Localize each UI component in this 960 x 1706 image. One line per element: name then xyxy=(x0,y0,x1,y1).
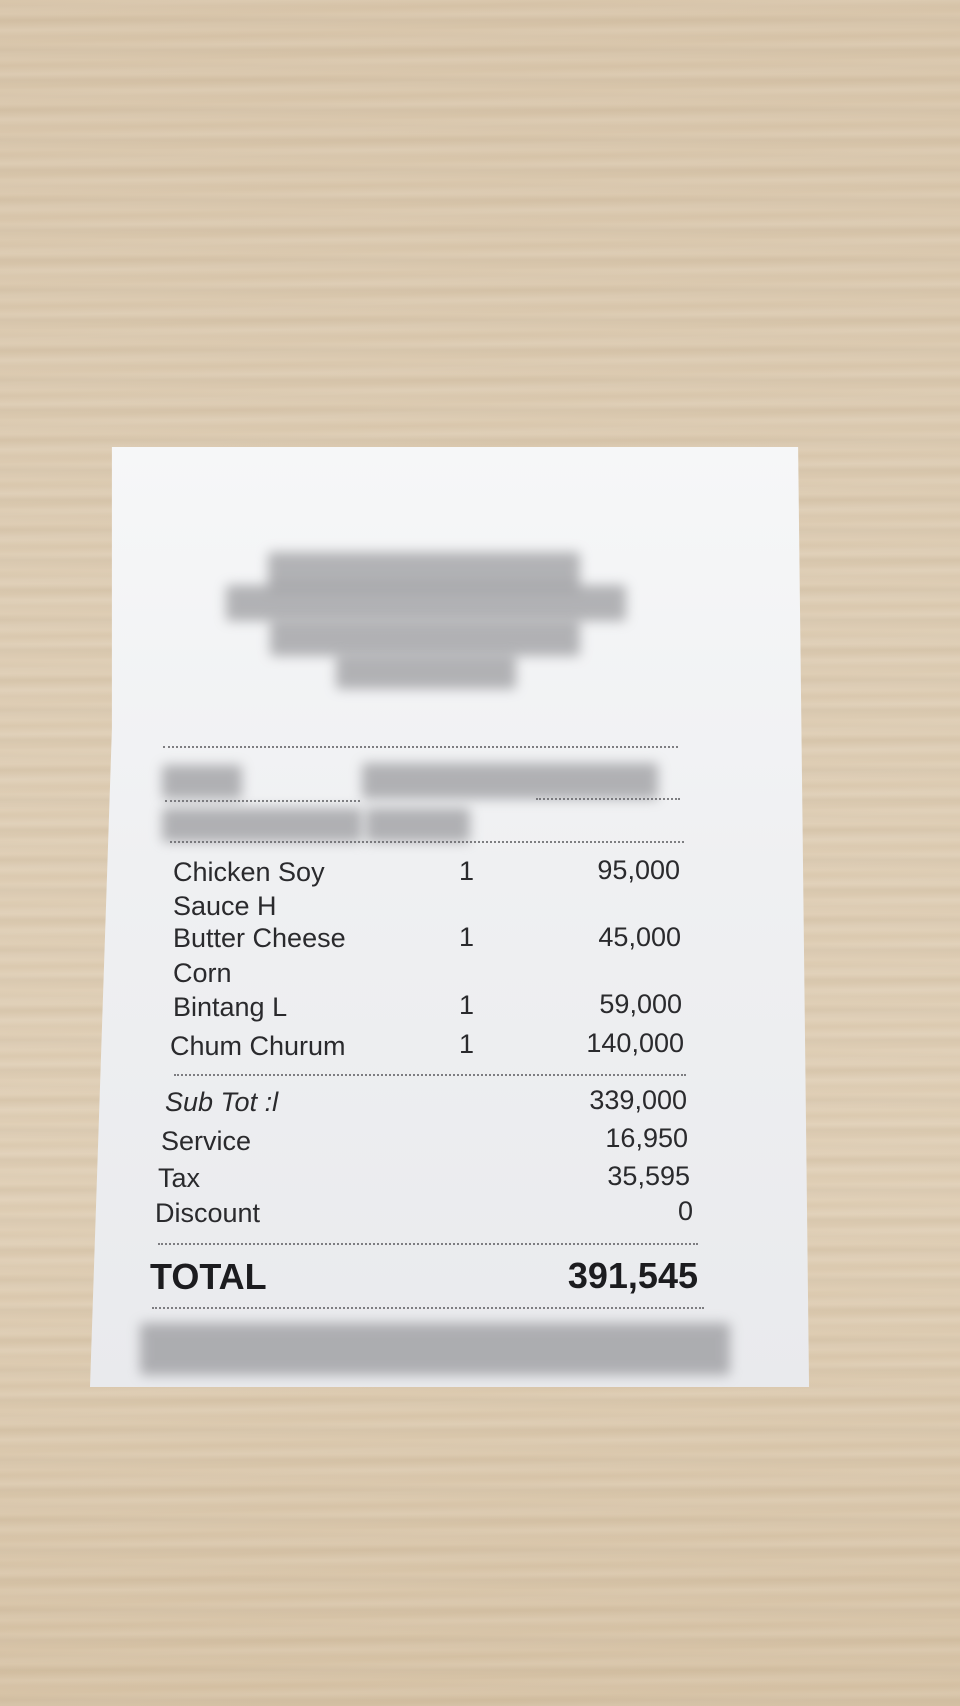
item-price-2: 45,000 xyxy=(598,922,681,952)
separator-5 xyxy=(158,1243,698,1245)
redacted-info-1 xyxy=(162,765,242,799)
separator-4 xyxy=(174,1074,686,1076)
item-qty-3: 1 xyxy=(459,990,475,1020)
discount-value: 0 xyxy=(677,1196,693,1226)
item-qty-2: 1 xyxy=(459,922,475,952)
item-name-1-cont: Sauce H xyxy=(173,891,277,921)
item-name-2-cont: Corn xyxy=(173,958,232,988)
total-label: TOTAL xyxy=(150,1256,267,1297)
service-value: 16,950 xyxy=(605,1123,688,1153)
separator-1 xyxy=(163,746,678,748)
item-name-2: Butter Cheese xyxy=(173,923,346,953)
item-name-1: Chicken Soy xyxy=(173,857,325,887)
redacted-address-line-2 xyxy=(270,620,580,656)
item-price-1: 95,000 xyxy=(597,855,680,885)
service-label: Service xyxy=(161,1126,252,1156)
separator-3 xyxy=(170,841,684,843)
separator-6 xyxy=(152,1307,704,1309)
redacted-address-line-3 xyxy=(336,655,516,689)
item-name-4: Chum Churum xyxy=(170,1031,346,1061)
redacted-info-2 xyxy=(362,763,658,799)
separator-2 xyxy=(165,800,360,802)
subtotal-label: Sub Tot :l xyxy=(165,1087,279,1117)
subtotal-value: 339,000 xyxy=(589,1085,687,1115)
item-price-3: 59,000 xyxy=(599,989,682,1019)
discount-label: Discount xyxy=(155,1198,261,1228)
redacted-info-4 xyxy=(366,808,470,842)
item-qty-4: 1 xyxy=(459,1029,475,1059)
separator-2b xyxy=(536,798,680,800)
tax-value: 35,595 xyxy=(607,1161,690,1191)
redacted-address-line-1 xyxy=(226,585,626,621)
item-qty-1: 1 xyxy=(459,856,475,886)
item-name-3: Bintang L xyxy=(173,992,288,1022)
redacted-footer xyxy=(140,1323,730,1375)
total-value: 391,545 xyxy=(567,1255,698,1296)
item-price-4: 140,000 xyxy=(586,1028,684,1058)
tax-label: Tax xyxy=(158,1163,201,1193)
redacted-info-3 xyxy=(162,808,362,842)
